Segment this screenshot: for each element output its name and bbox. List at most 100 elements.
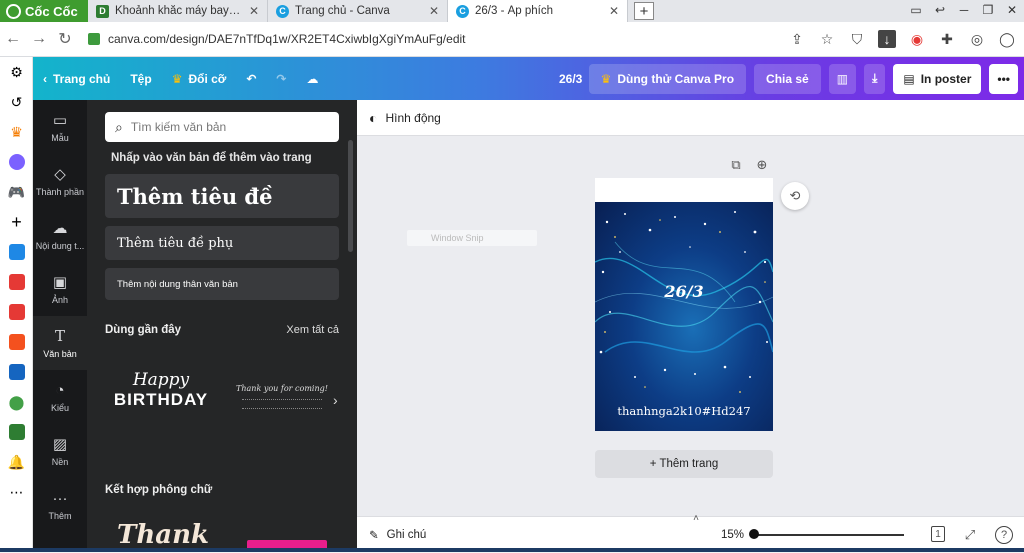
- close-icon[interactable]: ✕: [1000, 0, 1024, 20]
- history-icon[interactable]: ↺: [0, 87, 33, 117]
- share-page-icon[interactable]: ⇪: [788, 30, 806, 48]
- zoom-slider[interactable]: [749, 529, 905, 539]
- recent-item-happy-birthday[interactable]: Happy BIRTHDAY: [105, 370, 217, 430]
- settings-gear-icon[interactable]: ⚙: [0, 57, 33, 87]
- game-icon[interactable]: 🎮: [0, 177, 33, 207]
- rail-item-text[interactable]: T Văn bản: [33, 316, 87, 370]
- reload-icon[interactable]: ↻: [52, 29, 78, 49]
- tab-2[interactable]: C Trang chủ - Canva ✕: [268, 0, 448, 22]
- page-top-strip: [595, 178, 773, 202]
- comment-add-icon[interactable]: ⟲: [781, 182, 809, 210]
- browser-brand[interactable]: Cốc Cốc: [0, 0, 88, 22]
- document-title[interactable]: 26/3: [559, 57, 582, 100]
- back-arrow-icon[interactable]: ←: [0, 30, 26, 48]
- notification-bell-icon[interactable]: 🔔: [0, 447, 33, 477]
- canva-side-rail: ▭ Mẫu ◇ Thành phần ☁ Nội dung t... ▣ Ảnh T Vă…: [33, 100, 87, 552]
- cloud-save-button[interactable]: ☁: [296, 57, 328, 100]
- tab-1[interactable]: D Khoảnh khắc máy bay Trung ✕: [88, 0, 268, 22]
- new-tab-button[interactable]: +: [634, 2, 654, 20]
- crown-icon[interactable]: ♛: [0, 117, 33, 147]
- help-icon[interactable]: ?: [995, 526, 1013, 544]
- undo-button[interactable]: ↶: [236, 57, 266, 100]
- page-count-button[interactable]: 1: [931, 526, 945, 542]
- messenger-icon[interactable]: [0, 147, 33, 177]
- download-icon[interactable]: ↓: [878, 30, 896, 48]
- download-button[interactable]: ⤓: [864, 63, 886, 94]
- account-icon[interactable]: ◯: [998, 30, 1016, 48]
- tab-close-icon[interactable]: ✕: [609, 4, 619, 18]
- url-field[interactable]: canva.com/design/DAE7nTfDq1w/XR2ET4Cxiwb…: [88, 32, 788, 46]
- print-label: In poster: [920, 71, 972, 86]
- add-icon[interactable]: +: [0, 207, 33, 237]
- coccoc-icon[interactable]: ◉: [908, 30, 926, 48]
- youtube-icon[interactable]: [0, 267, 33, 297]
- share-button[interactable]: Chia sẻ: [754, 63, 821, 94]
- add-page-icon[interactable]: ⊕: [753, 156, 771, 174]
- duplicate-page-icon[interactable]: ⧉: [727, 156, 745, 174]
- profile-icon[interactable]: ◎: [968, 30, 986, 48]
- maps-icon[interactable]: ⬤: [0, 387, 33, 417]
- try-pro-button[interactable]: ♛ Dùng thử Canva Pro: [588, 63, 747, 94]
- extensions-icon[interactable]: ✚: [938, 30, 956, 48]
- rail-item-background[interactable]: ▨ Nền: [33, 424, 87, 478]
- more-options-button[interactable]: •••: [989, 63, 1018, 94]
- redo-button[interactable]: ↷: [266, 57, 296, 100]
- shield-icon[interactable]: ⛉: [848, 30, 866, 48]
- tab-title: Khoảnh khắc máy bay Trung: [115, 5, 243, 17]
- rail-item-styles[interactable]: ◔ Kiểu: [33, 370, 87, 424]
- recent-item-thank-you[interactable]: Thank you for coming!: [235, 384, 329, 424]
- chevron-up-icon[interactable]: ˄: [687, 509, 705, 527]
- rail-item-uploads[interactable]: ☁ Nội dung t...: [33, 208, 87, 262]
- poster-title-text[interactable]: 26/3: [595, 282, 773, 301]
- minimize-icon[interactable]: ─: [952, 0, 976, 20]
- notes-button[interactable]: Ghi chú: [387, 529, 427, 541]
- rail-item-more[interactable]: ··· Thêm: [33, 478, 87, 532]
- screenshot-icon[interactable]: ▭: [904, 0, 928, 20]
- translate-icon[interactable]: [0, 237, 33, 267]
- tab-title: 26/3 - Áp phích: [475, 5, 553, 17]
- font-combo-preview[interactable]: Thank: [117, 520, 209, 550]
- back-icon[interactable]: ↩: [928, 0, 952, 20]
- poster-username-text[interactable]: thanhnga2k10#Hd247: [595, 404, 773, 418]
- see-all-link[interactable]: Xem tất cả: [286, 324, 339, 336]
- shopee-icon[interactable]: [0, 327, 33, 357]
- panel-scrollbar[interactable]: [348, 140, 353, 252]
- add-page-button[interactable]: + Thêm trang: [595, 450, 773, 478]
- sheets-icon[interactable]: [0, 417, 33, 447]
- recent-next-arrow-icon[interactable]: ›: [333, 392, 338, 408]
- print-poster-button[interactable]: ▤ In poster: [893, 63, 982, 94]
- text-search-input[interactable]: ⌕ Tìm kiếm văn bản: [105, 112, 339, 142]
- insights-button[interactable]: ▥: [828, 63, 857, 94]
- rail-item-elements[interactable]: ◇ Thành phần: [33, 154, 87, 208]
- zoom-slider-knob[interactable]: [749, 529, 760, 539]
- more-icon[interactable]: ⋯: [0, 477, 33, 507]
- add-body-text-button[interactable]: Thêm nội dung thân văn bản: [105, 268, 339, 300]
- add-heading-button[interactable]: Thêm tiêu đề: [105, 174, 339, 218]
- recent-header: Dùng gần đây Xem tất cả: [105, 324, 339, 336]
- tab-close-icon[interactable]: ✕: [249, 4, 259, 18]
- animate-button[interactable]: Hình động: [385, 111, 440, 125]
- fullscreen-icon[interactable]: ⤢: [961, 526, 979, 544]
- tiki-icon[interactable]: [0, 357, 33, 387]
- restore-icon[interactable]: ❐: [976, 0, 1000, 20]
- bookmark-star-icon[interactable]: ☆: [818, 30, 836, 48]
- home-button[interactable]: ‹ Trang chủ: [33, 57, 120, 100]
- file-menu-button[interactable]: Tệp: [120, 57, 161, 100]
- redo-icon: ↷: [276, 71, 287, 86]
- tab-close-icon[interactable]: ✕: [429, 4, 439, 18]
- crown-icon: ♛: [171, 71, 183, 86]
- tab-3-active[interactable]: C 26/3 - Áp phích ✕: [448, 0, 628, 22]
- rail-label: Thêm: [48, 510, 72, 521]
- rail-item-photos[interactable]: ▣ Ảnh: [33, 262, 87, 316]
- more-dots-icon: ···: [52, 489, 68, 507]
- resize-button[interactable]: ♛ Đổi cỡ: [162, 57, 237, 100]
- add-subheading-button[interactable]: Thêm tiêu đề phụ: [105, 226, 339, 260]
- poster-artwork: [595, 211, 773, 393]
- youtube-icon-2[interactable]: [0, 297, 33, 327]
- zoom-level[interactable]: 15%: [721, 529, 744, 541]
- forward-arrow-icon[interactable]: →: [26, 30, 52, 48]
- url-text: canva.com/design/DAE7nTfDq1w/XR2ET4Cxiwb…: [108, 32, 466, 46]
- recent-item-thankyou-label: Thank you for coming!: [236, 384, 328, 393]
- poster-canvas[interactable]: 26/3 thanhnga2k10#Hd247: [595, 202, 773, 431]
- rail-item-templates[interactable]: ▭ Mẫu: [33, 100, 87, 154]
